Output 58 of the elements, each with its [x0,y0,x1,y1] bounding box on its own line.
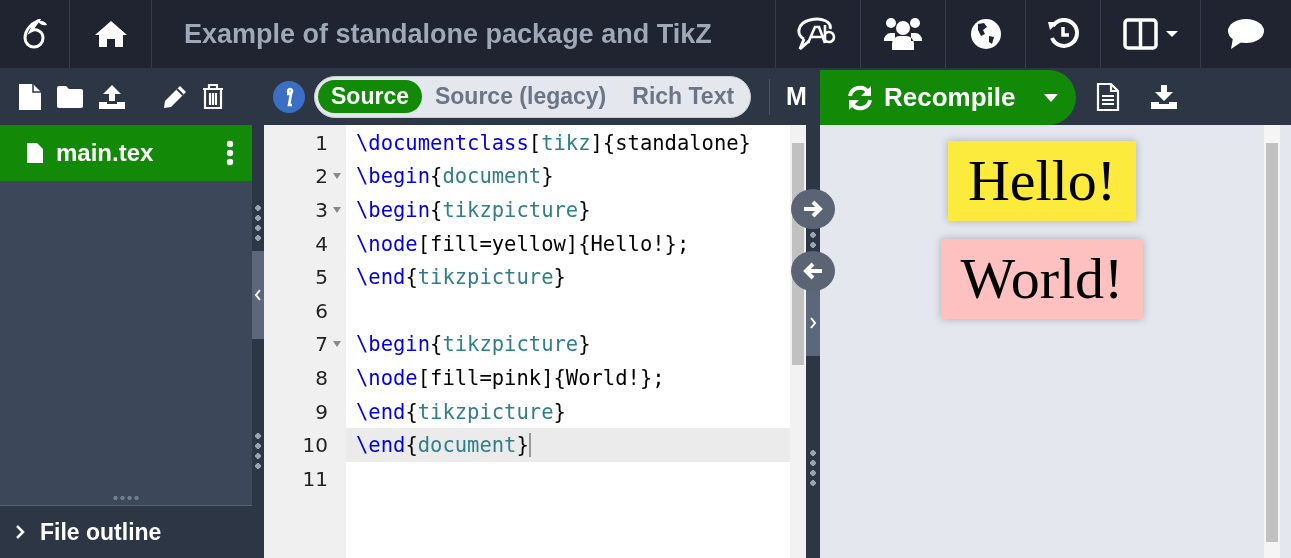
line-number: 2 [315,164,328,189]
code-line: \begin{tikzpicture} [356,332,591,357]
code-line: \end{document} [356,433,529,458]
code-line: \begin{document} [356,164,554,189]
layout-icon[interactable] [1122,18,1179,50]
editor-mode-tab[interactable]: Source [318,80,422,113]
chevron-left-icon [254,289,262,301]
recompile-menu-button[interactable] [1029,70,1076,125]
chat-icon[interactable] [1227,18,1265,50]
line-number: 8 [315,365,328,390]
people-icon[interactable] [883,17,923,51]
line-number: 4 [315,231,328,256]
file-item[interactable]: main.tex [0,125,252,181]
new-file-icon[interactable] [18,82,42,111]
recompile-button[interactable]: Recompile [820,70,1030,125]
chevron-icon [14,524,26,540]
info-icon[interactable] [272,79,306,114]
file-outline-toggle[interactable]: File outline [0,506,252,558]
line-number: 3 [315,198,328,222]
collapse-tab[interactable] [806,290,820,356]
editor-mode-tab[interactable]: Source (legacy) [422,80,620,113]
line-number: 1 [315,130,328,155]
download-icon[interactable] [1149,83,1178,110]
globe-icon[interactable] [969,18,1002,50]
line-number: 9 [315,399,328,424]
symbol-palette-button[interactable]: M [782,82,811,111]
refresh-icon [846,83,874,112]
line-number: 11 [302,466,328,491]
line-number: 5 [315,265,328,290]
pdf-text-node: World! [940,239,1144,319]
collapse-tab[interactable] [252,251,264,339]
text-cursor [528,433,531,458]
arrow-right-icon [802,199,824,219]
arrow-left-icon [802,261,824,281]
file-icon [26,142,44,164]
history-icon[interactable] [1047,18,1079,50]
caret-icon [1043,93,1058,102]
more-icon[interactable] [226,140,234,166]
line-number: 7 [315,332,328,357]
logo-icon[interactable] [21,19,48,49]
pdf-text-node: Hello! [947,141,1137,221]
line-number: 6 [315,298,328,323]
document-icon[interactable] [1095,81,1120,112]
home-icon[interactable] [93,20,128,48]
editor-mode-tab[interactable]: Rich Text [619,80,748,113]
trash-icon[interactable] [202,83,224,110]
code-line: \node[fill=yellow]{Hello!}; [356,231,690,256]
code-line: \begin{tikzpicture} [356,198,591,222]
folder-icon[interactable] [56,84,84,109]
scrollbar[interactable] [1264,125,1280,558]
code-line: \end{tikzpicture} [356,265,566,290]
code-line: \node[fill=pink]{World!}; [356,365,665,390]
line-number: 10 [302,433,328,458]
upload-icon[interactable] [98,83,126,110]
code-line: \end{tikzpicture} [356,399,566,424]
chevron-right-icon [809,317,817,329]
pencil-icon[interactable] [162,83,188,110]
code-line: \documentclass[tikz]{standalone} [356,130,751,155]
